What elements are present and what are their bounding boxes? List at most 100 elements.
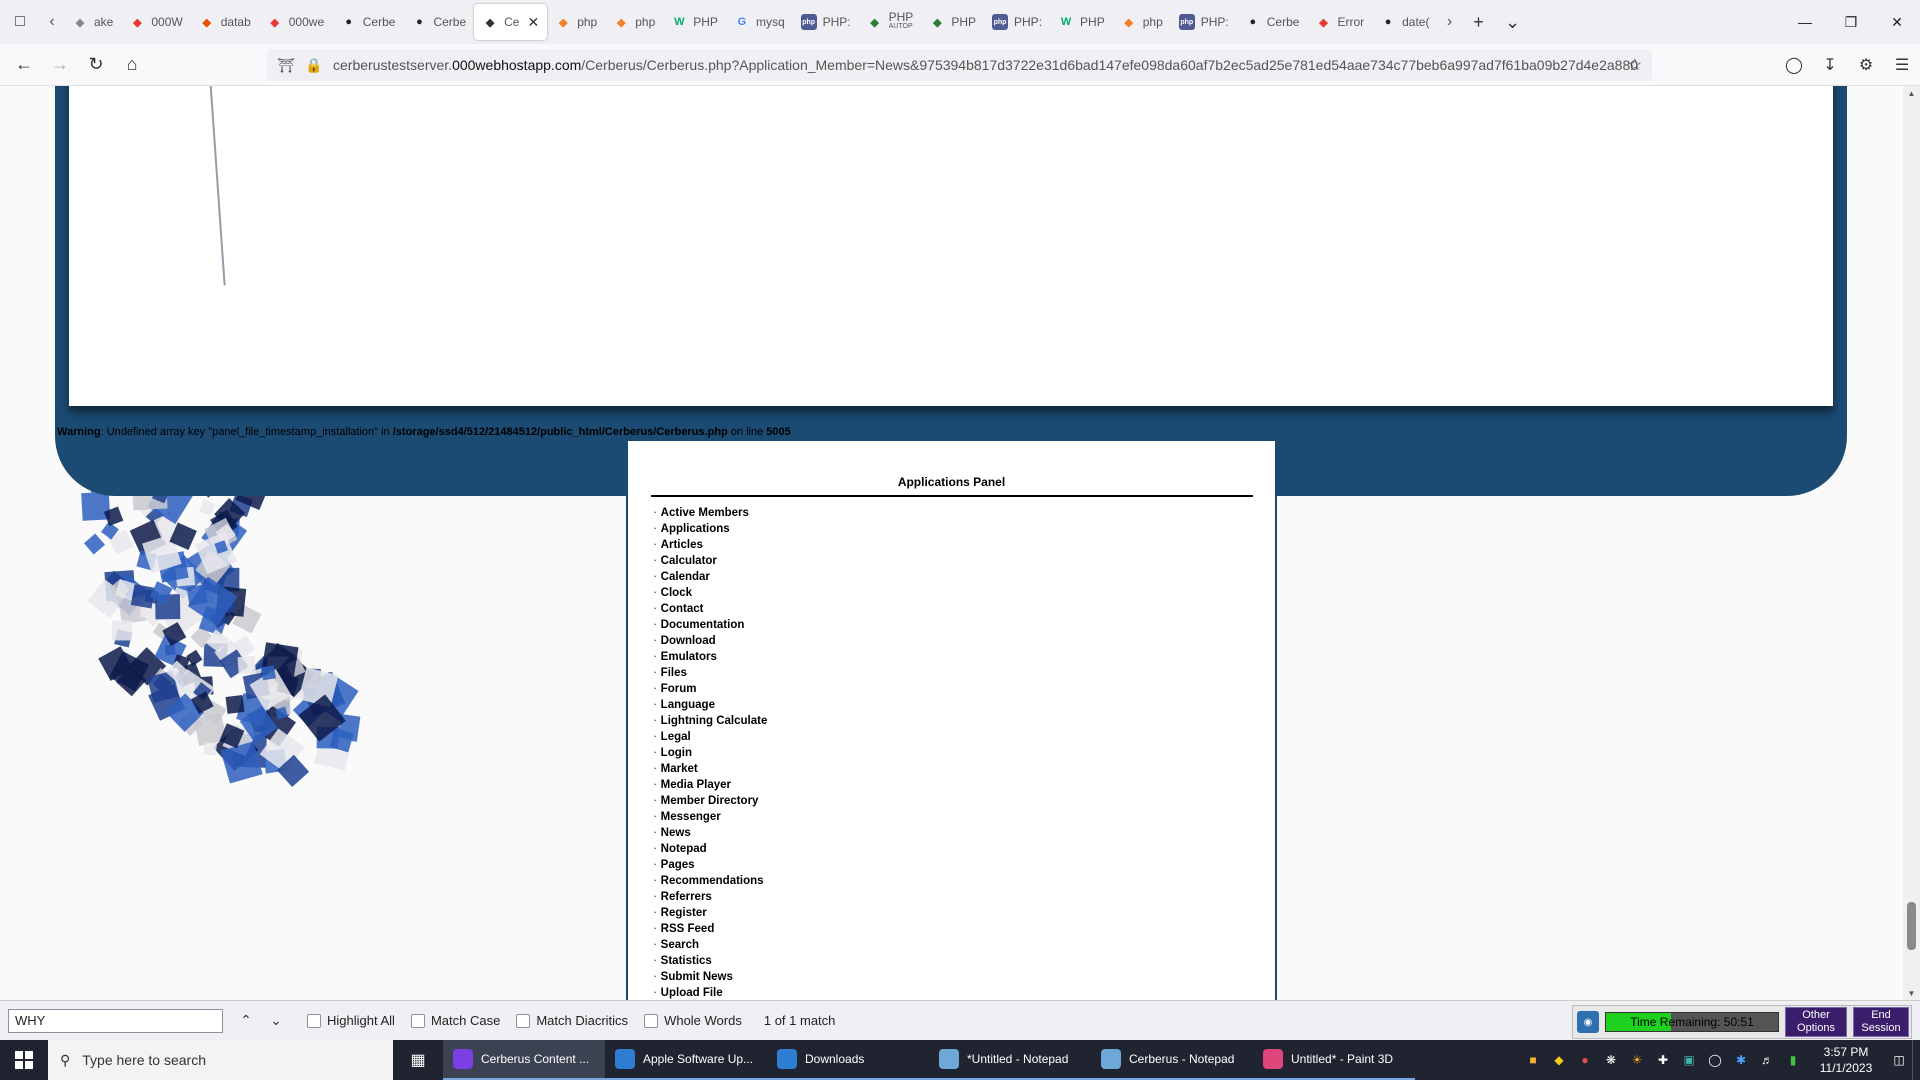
application-link[interactable]: · Register (654, 905, 1275, 921)
other-options-button[interactable]: Other Options (1785, 1007, 1847, 1037)
menu-icon[interactable]: ☰ (1884, 47, 1920, 83)
restore-button[interactable]: ❐ (1828, 0, 1874, 44)
extensions-icon[interactable]: ⚙ (1848, 47, 1884, 83)
vertical-scrollbar[interactable]: ▲ ▼ (1903, 86, 1920, 1000)
tray-display-icon[interactable]: ◯ (1702, 1040, 1728, 1080)
reload-button[interactable]: ↻ (78, 47, 114, 83)
browser-tab[interactable]: ◆ php (605, 4, 663, 40)
browser-tab[interactable]: ● Cerbe (333, 4, 404, 40)
application-link[interactable]: · Emulators (654, 649, 1275, 665)
browser-tab[interactable]: php PHP: (793, 4, 859, 40)
tray-app-icon[interactable]: ● (1572, 1040, 1598, 1080)
scrollbar-thumb[interactable] (1907, 902, 1916, 950)
end-session-button[interactable]: End Session (1853, 1007, 1909, 1037)
browser-tab[interactable]: ◆ datab (191, 4, 259, 40)
application-link[interactable]: · Pages (654, 857, 1275, 873)
taskbar-app[interactable]: Downloads (767, 1040, 929, 1080)
application-link[interactable]: · Calendar (654, 569, 1275, 585)
application-link[interactable]: · Documentation (654, 617, 1275, 633)
application-link[interactable]: · Forum (654, 681, 1275, 697)
checkbox-box[interactable] (410, 1013, 425, 1028)
browser-tab[interactable]: ◆ 000webho (259, 4, 333, 40)
application-link[interactable]: · Messenger (654, 809, 1275, 825)
browser-tab[interactable]: ◆ Ce ✕ (474, 4, 548, 40)
browser-tab[interactable]: ◆ ake (64, 4, 121, 40)
scroll-up-icon[interactable]: ▲ (1903, 86, 1920, 100)
tray-volume-icon[interactable]: ♬ (1754, 1040, 1780, 1080)
application-link[interactable]: · Notepad (654, 841, 1275, 857)
application-link[interactable]: · Recommendations (654, 873, 1275, 889)
tray-sun-icon[interactable]: ☀ (1624, 1040, 1650, 1080)
browser-tab[interactable]: ◆ PHP AUTOP (859, 4, 922, 40)
application-link[interactable]: · Member Directory (654, 793, 1275, 809)
application-link[interactable]: · Lightning Calculate (654, 713, 1275, 729)
application-link[interactable]: · Login (654, 745, 1275, 761)
application-link[interactable]: · Media Player (654, 777, 1275, 793)
window-close-button[interactable]: ✕ (1874, 0, 1920, 44)
whole-words-checkbox[interactable]: Whole Words (644, 1013, 742, 1028)
find-input[interactable]: WHY (8, 1008, 223, 1033)
scroll-tabs-right-icon[interactable]: › (1437, 0, 1461, 44)
match-case-checkbox[interactable]: Match Case (410, 1013, 500, 1028)
downloads-icon[interactable]: ↧ (1812, 47, 1848, 83)
application-link[interactable]: · Calculator (654, 553, 1275, 569)
browser-tab[interactable]: php PHP: (984, 4, 1050, 40)
back-button[interactable]: ← (6, 47, 42, 83)
scroll-tabs-left-icon[interactable]: ‹ (40, 0, 64, 44)
taskbar-app[interactable]: Untitled* - Paint 3D (1253, 1040, 1415, 1080)
checkbox-box[interactable] (516, 1013, 531, 1028)
url-bar[interactable]: ⛩ 🔒 cerberustestserver.000webhostapp.com… (267, 49, 1652, 81)
application-link[interactable]: · Active Members (654, 505, 1275, 521)
bookmark-star-icon[interactable]: ☆ (1628, 55, 1642, 75)
tray-windows-icon[interactable]: ✚ (1650, 1040, 1676, 1080)
list-all-tabs-icon[interactable]: □ (0, 0, 40, 44)
pocket-icon[interactable]: ◯ (1776, 47, 1812, 83)
browser-tab[interactable]: ● Cerbe (403, 4, 474, 40)
highlight-all-checkbox[interactable]: Highlight All (307, 1013, 395, 1028)
close-tab-icon[interactable]: ✕ (527, 14, 539, 31)
find-previous-icon[interactable]: ⌃ (231, 1006, 261, 1036)
browser-tab[interactable]: ● date( (1372, 4, 1437, 40)
application-link[interactable]: · News (654, 825, 1275, 841)
shield-icon[interactable]: ⛩ (277, 56, 295, 74)
tray-shield-icon[interactable]: ◆ (1546, 1040, 1572, 1080)
application-link[interactable]: · Statistics (654, 953, 1275, 969)
checkbox-box[interactable] (644, 1013, 659, 1028)
application-link[interactable]: · Files (654, 665, 1275, 681)
taskbar-app[interactable]: *Untitled - Notepad (929, 1040, 1091, 1080)
match-diacritics-checkbox[interactable]: Match Diacritics (516, 1013, 628, 1028)
taskbar-clock[interactable]: 3:57 PM 11/1/2023 (1806, 1044, 1886, 1076)
application-link[interactable]: · Market (654, 761, 1275, 777)
lock-icon[interactable]: 🔒 (305, 56, 323, 74)
application-link[interactable]: · Upload File (654, 985, 1275, 1000)
application-link[interactable]: · Referrers (654, 889, 1275, 905)
application-link[interactable]: · Search (654, 937, 1275, 953)
application-link[interactable]: · Download (654, 633, 1275, 649)
scroll-down-icon[interactable]: ▼ (1903, 986, 1920, 1000)
application-link[interactable]: · Articles (654, 537, 1275, 553)
browser-tab[interactable]: ◆ PHP (921, 4, 984, 40)
new-tab-button[interactable]: + (1461, 0, 1495, 44)
browser-tab[interactable]: W PHP (1050, 4, 1113, 40)
application-link[interactable]: · Applications (654, 521, 1275, 537)
find-next-icon[interactable]: ⌄ (261, 1006, 291, 1036)
tray-battery-icon[interactable]: ▮ (1780, 1040, 1806, 1080)
application-link[interactable]: · Clock (654, 585, 1275, 601)
tab-list-chevron-icon[interactable]: ⌄ (1495, 0, 1529, 44)
show-desktop-button[interactable] (1912, 1040, 1920, 1080)
notifications-icon[interactable]: ◫ (1886, 1040, 1912, 1080)
browser-tab[interactable]: php PHP: (1171, 4, 1237, 40)
taskbar-app[interactable]: Apple Software Up... (605, 1040, 767, 1080)
browser-tab[interactable]: ◆ Error (1307, 4, 1372, 40)
browser-tab[interactable]: ◆ php (1113, 4, 1171, 40)
browser-tab[interactable]: Gmysq (726, 4, 793, 40)
forward-button[interactable]: → (42, 47, 78, 83)
application-link[interactable]: · Legal (654, 729, 1275, 745)
checkbox-box[interactable] (307, 1013, 321, 1028)
taskbar-app[interactable]: Cerberus Content ... (443, 1040, 605, 1080)
tray-network-icon[interactable]: ▣ (1676, 1040, 1702, 1080)
browser-tab[interactable]: ◆ php (547, 4, 605, 40)
taskbar-app[interactable]: Cerberus - Notepad (1091, 1040, 1253, 1080)
browser-tab[interactable]: W PHP (663, 4, 726, 40)
application-link[interactable]: · Contact (654, 601, 1275, 617)
